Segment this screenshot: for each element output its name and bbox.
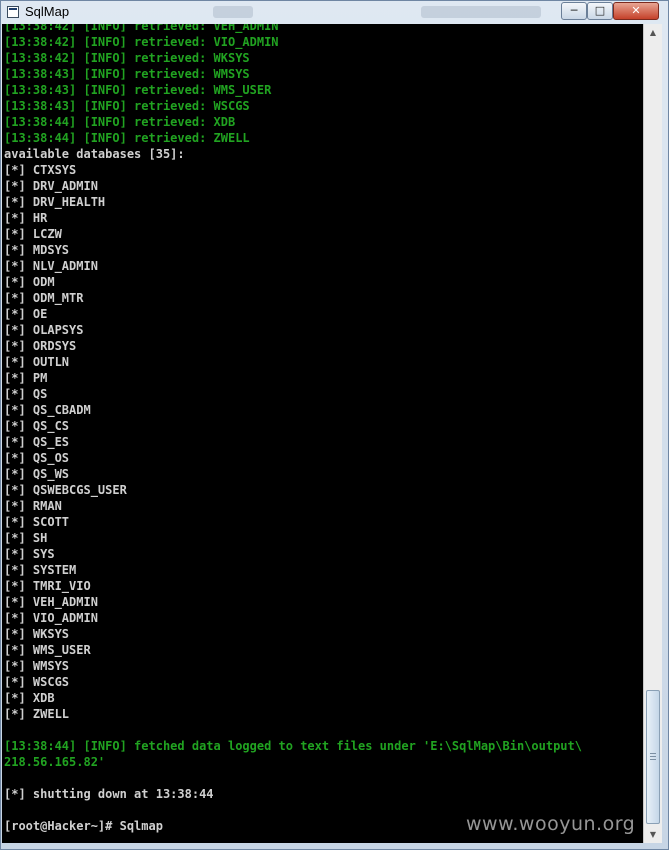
thumb-grip (650, 756, 656, 757)
vertical-scrollbar[interactable]: ▲ ▼ (643, 24, 662, 843)
terminal-line: [*] HR (4, 211, 48, 225)
terminal-line: [*] ODM_MTR (4, 291, 84, 305)
terminal-line: [*] shutting down at 13:38:44 (4, 787, 214, 801)
terminal-line: [*] VEH_ADMIN (4, 595, 98, 609)
terminal-line: [*] WSCGS (4, 675, 70, 689)
terminal-line: [*] XDB (4, 691, 55, 705)
scrollbar-thumb[interactable] (646, 690, 660, 824)
terminal-line: [*] ORDSYS (4, 339, 77, 353)
thumb-grip (650, 759, 656, 760)
scroll-down-arrow-icon[interactable]: ▼ (644, 826, 662, 843)
terminal-line: [13:38:42] [INFO] retrieved: VEH_ADMIN (4, 24, 279, 33)
terminal-line: [13:38:42] [INFO] retrieved: VIO_ADMIN (4, 35, 279, 49)
terminal-line: [*] LCZW (4, 227, 62, 241)
terminal-lines: [13:38:42] [INFO] retrieved: VEH_ADMIN [1… (4, 24, 582, 834)
terminal-line: [13:38:44] [INFO] fetched data logged to… (4, 739, 582, 753)
thumb-grip (650, 753, 656, 754)
terminal-line: [*] QS_OS (4, 451, 70, 465)
terminal-line: [*] SYSTEM (4, 563, 77, 577)
terminal-line: [13:38:42] [INFO] retrieved: WKSYS (4, 51, 250, 65)
minimize-button[interactable]: ─ (561, 2, 587, 20)
terminal-line: 218.56.165.82' (4, 755, 106, 769)
terminal-line: [*] QS_WS (4, 467, 70, 481)
terminal-line: available databases [35]: (4, 147, 185, 161)
terminal-line: [13:38:43] [INFO] retrieved: WMSYS (4, 67, 250, 81)
maximize-button[interactable]: □ (587, 2, 613, 20)
terminal-line: [13:38:43] [INFO] retrieved: WSCGS (4, 99, 250, 113)
terminal-line: [*] DRV_HEALTH (4, 195, 106, 209)
terminal-line: [13:38:44] [INFO] retrieved: ZWELL (4, 131, 250, 145)
terminal-line: [*] VIO_ADMIN (4, 611, 98, 625)
terminal-line: [*] PM (4, 371, 48, 385)
terminal-line: [*] OUTLN (4, 355, 70, 369)
terminal-line: [*] QS_CBADM (4, 403, 91, 417)
terminal-output[interactable]: [13:38:42] [INFO] retrieved: VEH_ADMIN [1… (2, 24, 643, 843)
title-bar[interactable]: SqlMap ─ □ ✕ (1, 1, 668, 24)
terminal-line: [*] WMS_USER (4, 643, 91, 657)
terminal-line: [*] ZWELL (4, 707, 70, 721)
blurred-title-region (213, 6, 253, 18)
terminal-line: [*] ODM (4, 275, 55, 289)
terminal-line: [*] QSWEBCGS_USER (4, 483, 127, 497)
terminal-line: [*] RMAN (4, 499, 62, 513)
window-title: SqlMap (25, 4, 70, 19)
terminal-line: [*] QS_CS (4, 419, 70, 433)
terminal-line: [*] WKSYS (4, 627, 70, 641)
terminal-line: [13:38:44] [INFO] retrieved: XDB (4, 115, 236, 129)
watermark: www.wooyun.org (466, 813, 636, 835)
terminal-line: [*] SH (4, 531, 48, 545)
blurred-title-region (421, 6, 541, 18)
sqlmap-window: SqlMap ─ □ ✕ [13:38:42] [INFO] retrieved… (0, 0, 669, 850)
terminal-line: [*] CTXSYS (4, 163, 77, 177)
terminal-line: [*] QS (4, 387, 48, 401)
terminal-line: [*] QS_ES (4, 435, 70, 449)
terminal-line: [*] OLAPSYS (4, 323, 84, 337)
terminal-line: [*] TMRI_VIO (4, 579, 91, 593)
close-button[interactable]: ✕ (613, 2, 659, 20)
terminal-line: [*] SCOTT (4, 515, 70, 529)
terminal-line: [*] OE (4, 307, 48, 321)
terminal-line: [*] MDSYS (4, 243, 70, 257)
scroll-up-arrow-icon[interactable]: ▲ (644, 24, 662, 41)
terminal-line: [*] WMSYS (4, 659, 70, 673)
terminal-line: [*] SYS (4, 547, 55, 561)
terminal-line: [*] DRV_ADMIN (4, 179, 98, 193)
terminal-line: [13:38:43] [INFO] retrieved: WMS_USER (4, 83, 272, 97)
terminal-line: [*] NLV_ADMIN (4, 259, 98, 273)
console-app-icon[interactable] (7, 6, 19, 18)
